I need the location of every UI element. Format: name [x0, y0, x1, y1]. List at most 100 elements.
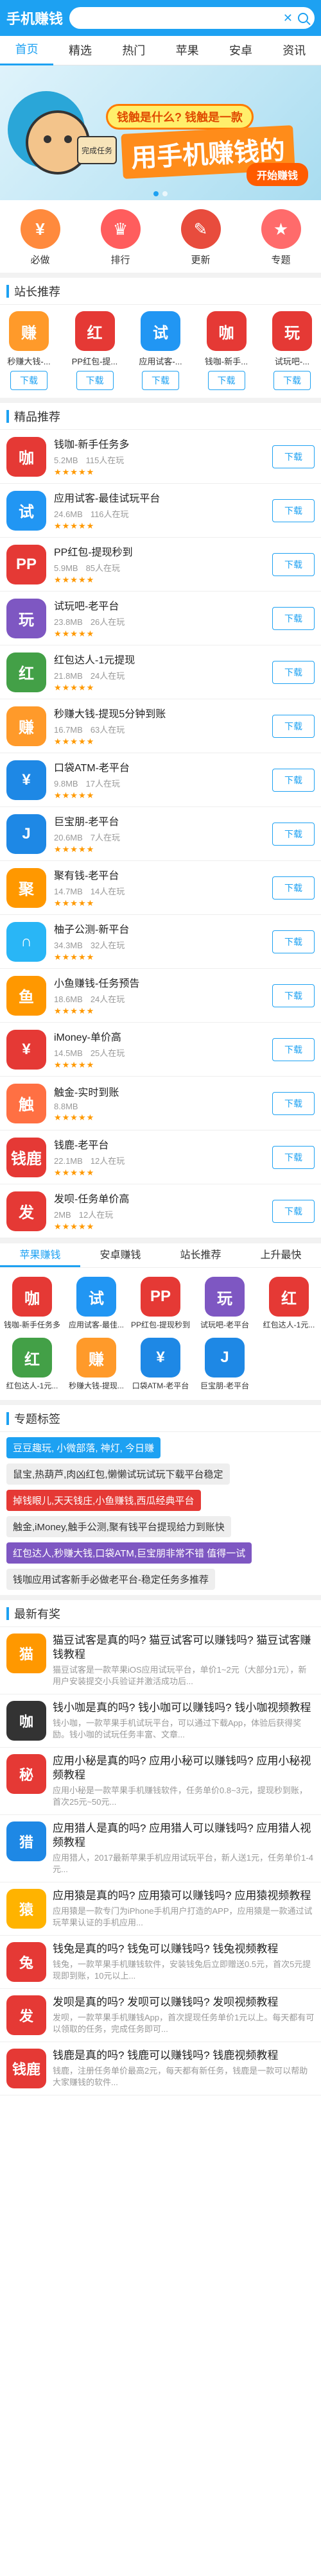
list-item[interactable]: 赚秒赚大钱-提现5分钟到账 16.7MB 63人在玩 ★★★★★ 下载 [0, 699, 321, 753]
list-item[interactable]: 咖钱咖-新手任务多 5.2MB 115人在玩 ★★★★★ 下载 [0, 430, 321, 484]
banner-cta-button[interactable]: 开始赚钱 [246, 163, 308, 186]
download-button[interactable]: 下载 [272, 930, 315, 953]
download-button[interactable]: 下载 [272, 1091, 315, 1115]
close-icon[interactable]: ✕ [283, 12, 293, 25]
download-button[interactable]: 下载 [272, 606, 315, 630]
recommend-item[interactable]: 咖钱咖-新手... 下载 [202, 311, 252, 390]
recommend-item[interactable]: 试应用试客-... 下载 [135, 311, 186, 390]
site-logo[interactable]: 手机赚钱 [6, 8, 63, 28]
topic-tag[interactable]: 红包达人,秒赚大钱,口袋ATM,巨宝朋非常不错 值得一试 [6, 1542, 252, 1564]
news-title[interactable]: 猫豆试客是真的吗? 猫豆试客可以赚钱吗? 猫豆试客赚钱教程 [53, 1633, 315, 1662]
tab-apple-earn[interactable]: 苹果赚钱 [0, 1243, 80, 1267]
app-title[interactable]: 秒赚大钱-提现5分钟到账 [54, 705, 272, 721]
list-item[interactable]: 试应用试客-最佳试玩平台 24.6MB 116人在玩 ★★★★★ 下载 [0, 484, 321, 538]
download-button[interactable]: 下载 [272, 768, 315, 792]
tab-news[interactable]: 资讯 [268, 37, 321, 65]
app-title[interactable]: 试玩吧-老平台 [54, 597, 272, 613]
app-icon[interactable]: 咖 [6, 436, 46, 477]
news-item[interactable]: 猎应用猎人是真的吗? 应用猎人可以赚钱吗? 应用猎人视频教程 应用猎人，2017最… [0, 1815, 321, 1882]
news-item[interactable]: 咖钱小咖是真的吗? 钱小咖可以赚钱吗? 钱小咖视频教程 钱小咖，一款苹果手机试玩平… [0, 1694, 321, 1748]
search-input[interactable] [76, 13, 278, 23]
app-icon[interactable]: 红 [74, 311, 115, 351]
app-icon[interactable]: ¥ [141, 1338, 180, 1378]
download-button[interactable]: 下载 [272, 1145, 315, 1169]
download-button[interactable]: 下载 [272, 822, 315, 846]
app-icon[interactable]: 玩 [272, 311, 312, 351]
app-icon[interactable]: 试 [76, 1277, 116, 1317]
tab-android-earn[interactable]: 安卓赚钱 [80, 1243, 160, 1267]
download-button[interactable]: 下载 [272, 1037, 315, 1061]
app-icon[interactable]: 咖 [12, 1277, 52, 1317]
news-item[interactable]: 猫猫豆试客是真的吗? 猫豆试客可以赚钱吗? 猫豆试客赚钱教程 猫豆试客是一款苹果i… [0, 1627, 321, 1694]
tab-recommend[interactable]: 站长推荐 [160, 1243, 241, 1267]
app-icon[interactable]: 赚 [9, 311, 49, 351]
download-button[interactable]: 下载 [272, 984, 315, 1007]
search-box[interactable]: ✕ [69, 7, 315, 29]
grid-item[interactable]: 试应用试客-最佳... [64, 1273, 128, 1334]
app-title[interactable]: 柚子公测-新平台 [54, 921, 272, 936]
list-item[interactable]: PP PP红包-提现秒到 5.9MB 85人在玩 ★★★★★ 下载 [0, 538, 321, 592]
news-item[interactable]: 秘应用小秘是真的吗? 应用小秘可以赚钱吗? 应用小秘视频教程 应用小秘是一款苹果手… [0, 1748, 321, 1815]
quick-nav-item[interactable]: ✎ 更新 [172, 209, 230, 266]
tab-rising[interactable]: 上升最快 [241, 1243, 321, 1267]
app-title[interactable]: 发呗-任务单价高 [54, 1190, 272, 1206]
grid-item[interactable]: ¥ 口袋ATM-老平台 [128, 1334, 193, 1395]
list-item[interactable]: 玩试玩吧-老平台 23.8MB 26人在玩 ★★★★★ 下载 [0, 592, 321, 645]
news-thumbnail[interactable]: 猿 [6, 1889, 46, 1929]
news-item[interactable]: 钱鹿 钱鹿是真的吗? 钱鹿可以赚钱吗? 钱鹿视频教程 钱鹿，注册任务单价最高2元，每… [0, 2042, 321, 2095]
grid-item[interactable]: 咖钱咖-新手任务多 [0, 1273, 64, 1334]
grid-item[interactable]: 红红包达人-1元... [257, 1273, 321, 1334]
download-button[interactable]: 下载 [207, 371, 245, 390]
list-item[interactable]: 触触金-实时到账 8.8MB ★★★★★ 下载 [0, 1077, 321, 1130]
list-item[interactable]: 聚聚有钱-老平台 14.7MB 14人在玩 ★★★★★ 下载 [0, 861, 321, 915]
download-button[interactable]: 下载 [76, 371, 114, 390]
app-icon[interactable]: 咖 [206, 311, 247, 351]
tab-hot[interactable]: 热门 [107, 37, 160, 65]
recommend-item[interactable]: 红 PP红包-提... 下载 [70, 311, 120, 390]
app-icon[interactable]: 试 [6, 490, 46, 531]
download-button[interactable]: 下载 [272, 660, 315, 684]
news-item[interactable]: 兔钱兔是真的吗? 钱兔可以赚钱吗? 钱兔视频教程 钱兔，一款苹果手机赚钱软件，安装… [0, 1936, 321, 1989]
news-title[interactable]: 钱小咖是真的吗? 钱小咖可以赚钱吗? 钱小咖视频教程 [53, 1701, 315, 1715]
app-title[interactable]: 口袋ATM-老平台 [54, 759, 272, 774]
app-icon[interactable]: 红 [12, 1338, 52, 1378]
app-icon[interactable]: 玩 [6, 598, 46, 638]
grid-item[interactable]: 红红包达人-1元... [0, 1334, 64, 1395]
download-button[interactable]: 下载 [272, 499, 315, 522]
app-icon[interactable]: 钱鹿 [6, 1137, 46, 1177]
recommend-item[interactable]: 赚秒赚大钱-... 下载 [4, 311, 54, 390]
grid-item[interactable]: 玩试玩吧-老平台 [193, 1273, 257, 1334]
app-icon[interactable]: ∩ [6, 921, 46, 962]
app-icon[interactable]: 触 [6, 1083, 46, 1123]
grid-item[interactable]: J 巨宝朋-老平台 [193, 1334, 257, 1395]
app-icon[interactable]: 玩 [205, 1277, 245, 1317]
app-title[interactable]: 聚有钱-老平台 [54, 867, 272, 882]
quick-nav-item[interactable]: ★ 专题 [252, 209, 310, 266]
app-icon[interactable]: 发 [6, 1191, 46, 1231]
news-thumbnail[interactable]: 猫 [6, 1633, 46, 1673]
app-title[interactable]: iMoney-单价高 [54, 1028, 272, 1044]
news-title[interactable]: 应用小秘是真的吗? 应用小秘可以赚钱吗? 应用小秘视频教程 [53, 1754, 315, 1782]
list-item[interactable]: 鱼小鱼赚钱-任务预告 18.6MB 24人在玩 ★★★★★ 下载 [0, 969, 321, 1023]
news-thumbnail[interactable]: 猎 [6, 1821, 46, 1861]
download-button[interactable]: 下载 [10, 371, 48, 390]
download-button[interactable]: 下载 [272, 876, 315, 900]
app-icon[interactable]: 红 [6, 652, 46, 692]
app-icon[interactable]: J [205, 1338, 245, 1378]
app-title[interactable]: 钱咖-新手任务多 [54, 436, 272, 451]
app-icon[interactable]: 赚 [76, 1338, 116, 1378]
topic-tag[interactable]: 掉钱眼儿,天天钱庄,小鱼赚钱,西瓜经典平台 [6, 1490, 201, 1511]
download-button[interactable]: 下载 [273, 371, 311, 390]
news-item[interactable]: 猿应用猿是真的吗? 应用猿可以赚钱吗? 应用猿视频教程 应用猿是一款专门为iPho… [0, 1882, 321, 1936]
search-icon[interactable] [298, 13, 308, 23]
tab-android[interactable]: 安卓 [214, 37, 267, 65]
app-title[interactable]: 巨宝朋-老平台 [54, 813, 272, 828]
app-icon[interactable]: 赚 [6, 706, 46, 746]
topic-tag[interactable]: 钱咖应用试客新手必做老平台-稳定任务多推荐 [6, 1569, 215, 1590]
app-title[interactable]: 应用试客-最佳试玩平台 [54, 490, 272, 505]
recommend-item[interactable]: 玩试玩吧-... 下载 [267, 311, 317, 390]
news-title[interactable]: 应用猎人是真的吗? 应用猎人可以赚钱吗? 应用猎人视频教程 [53, 1821, 315, 1850]
app-icon[interactable]: PP [141, 1277, 180, 1317]
app-icon[interactable]: 聚 [6, 867, 46, 908]
download-button[interactable]: 下载 [272, 714, 315, 738]
